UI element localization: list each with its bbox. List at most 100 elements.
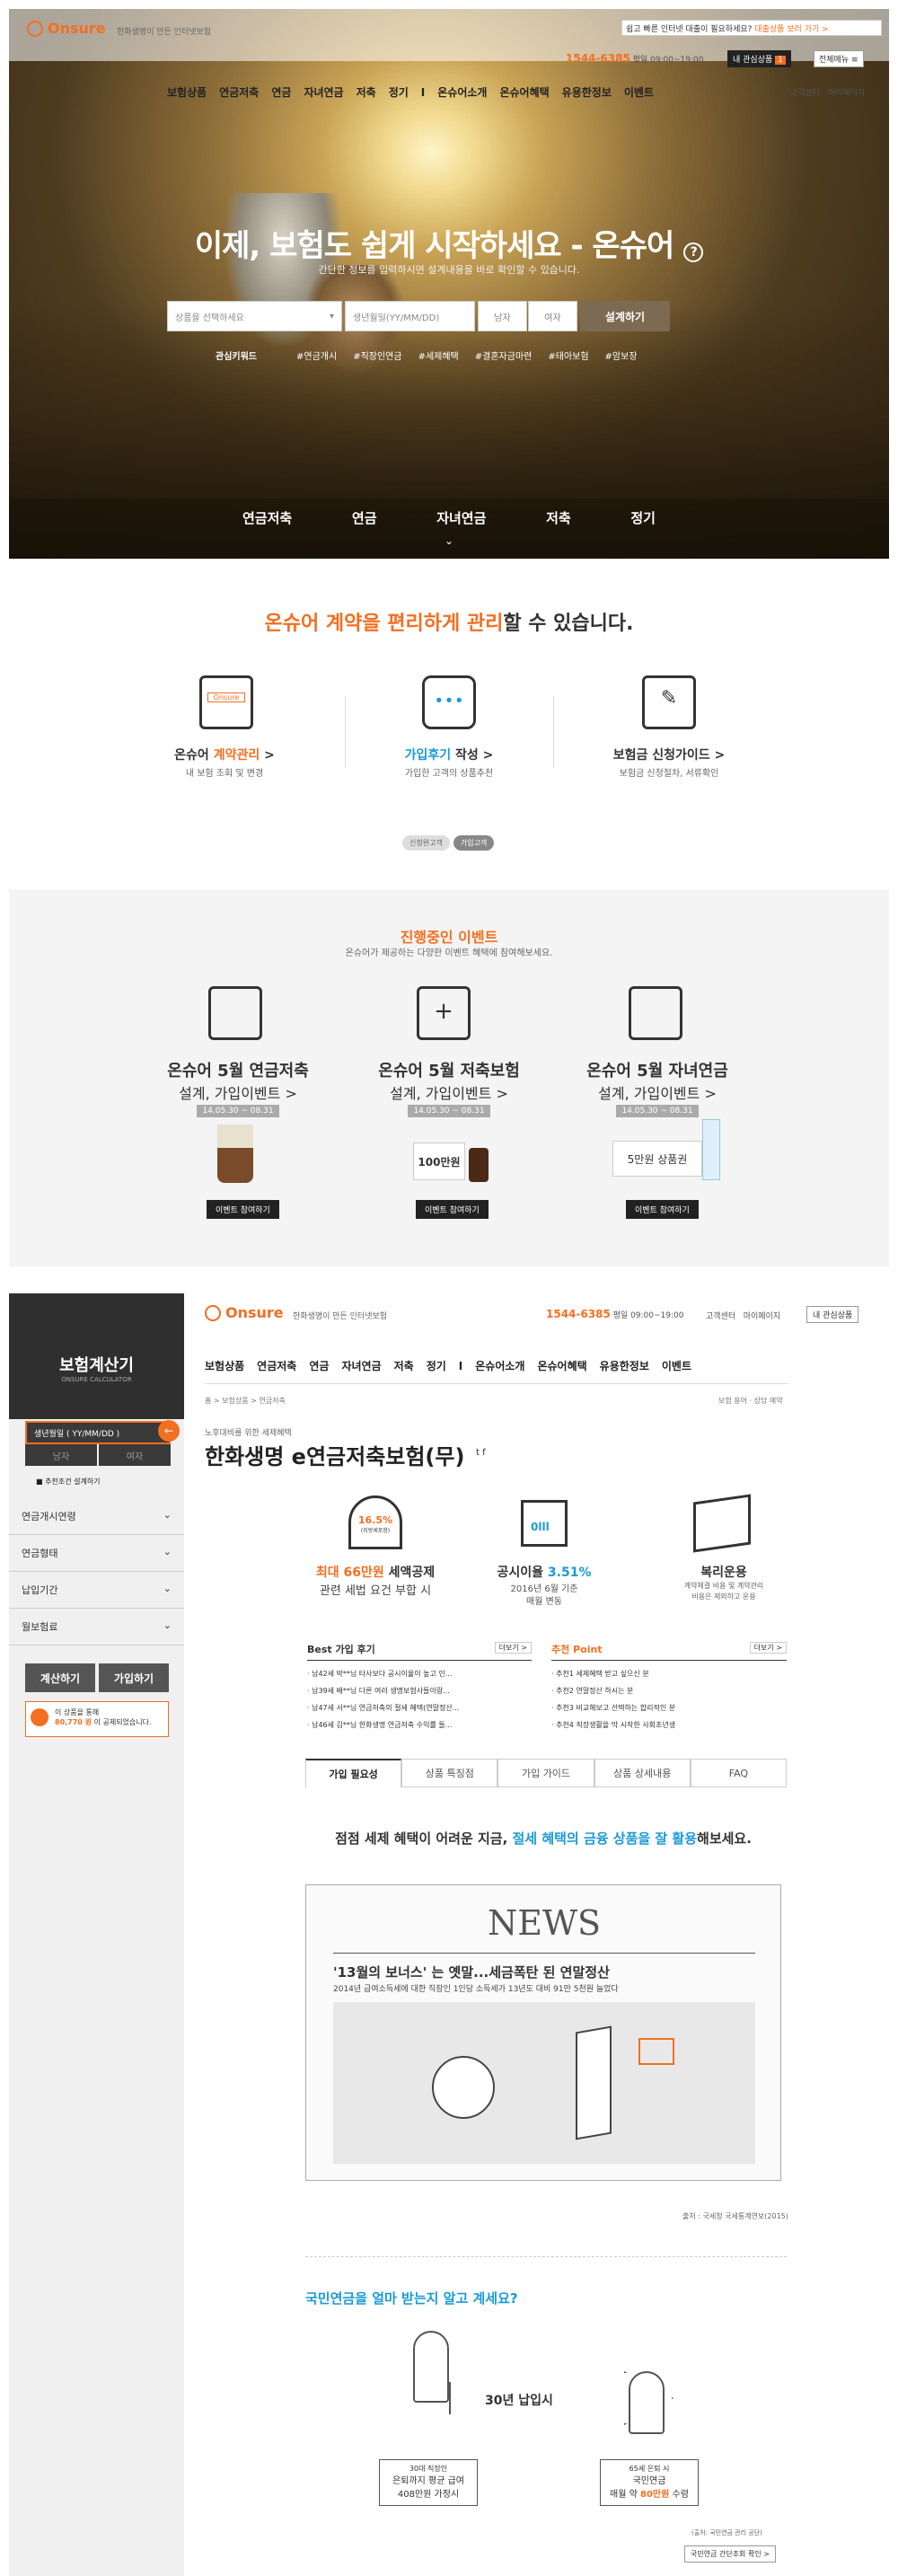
- mypage-link[interactable]: 마이페이지: [828, 89, 865, 98]
- chevron-down-icon: ⌄: [163, 1583, 172, 1594]
- category-tab[interactable]: 저축: [546, 508, 571, 527]
- keyword-tag[interactable]: #결혼자금마련: [475, 352, 533, 362]
- category-tab[interactable]: 연금: [352, 508, 377, 527]
- calc-check[interactable]: ■ 추천조건 설계하기: [36, 1477, 101, 1486]
- calc-birth-input[interactable]: 생년월일 ( YY/MM/DD ): [25, 1421, 171, 1444]
- nav-item[interactable]: 연금저축: [219, 86, 259, 99]
- event-card-1[interactable]: 온슈어 5월 연금저축 설계, 가입이벤트 > 14.05.30 ~ 08.31: [139, 1058, 337, 1117]
- nav-item[interactable]: 온슈어혜택: [537, 1360, 586, 1372]
- calc-menu-item[interactable]: 월보험료 ⌄: [9, 1609, 184, 1645]
- nav-item[interactable]: 저축: [357, 86, 376, 99]
- nav-item[interactable]: 저축: [394, 1360, 414, 1372]
- customer-center-link[interactable]: 고객센터: [790, 89, 820, 98]
- nav-item[interactable]: 보험상품: [167, 86, 207, 99]
- chevron-down-icon[interactable]: ⌄: [440, 534, 458, 547]
- pension-check-button[interactable]: 국민연금 간단조회 확인 >: [684, 2545, 776, 2563]
- product-select[interactable]: 상품을 선택하세요 ▾: [167, 301, 342, 331]
- event-join-button[interactable]: 이벤트 참여하기: [207, 1200, 279, 1219]
- review-write-link[interactable]: 가입후기 작성 >: [359, 745, 539, 763]
- claim-guide-link[interactable]: 보험금 신청가이드 >: [579, 745, 759, 763]
- calc-menu-item[interactable]: 연금형태 ⌄: [9, 1535, 184, 1572]
- page-my-interest[interactable]: 내 관심상품: [806, 1306, 859, 1323]
- calc-menu-item[interactable]: 연금개시연령 ⌄: [9, 1498, 184, 1535]
- calc-female[interactable]: 여자: [99, 1444, 171, 1466]
- review-row[interactable]: · 남42세 박**님 타사보다 공시이율이 높고 인...: [307, 1669, 532, 1679]
- category-tab[interactable]: 연금저축: [242, 508, 292, 527]
- page-logo[interactable]: Onsure: [205, 1304, 284, 1321]
- top-links[interactable]: 보험 용어 · 상담 예약: [718, 1396, 783, 1406]
- calc-menu-label: 월보험료: [22, 1621, 58, 1633]
- rec-more-button[interactable]: 더보기 >: [749, 1642, 787, 1654]
- nav-item[interactable]: 연금: [271, 86, 291, 99]
- logo[interactable]: Onsure: [27, 20, 106, 37]
- event-join-button[interactable]: 이벤트 참여하기: [626, 1200, 699, 1219]
- nav-item[interactable]: 연금: [309, 1360, 329, 1372]
- nav-item[interactable]: 연금저축: [257, 1360, 296, 1372]
- detail-tab[interactable]: 가입 필요성: [305, 1759, 402, 1787]
- my-interest-button[interactable]: 내 관심상품 1: [727, 50, 791, 67]
- event-join-button[interactable]: 이벤트 참여하기: [416, 1200, 489, 1219]
- nav-item[interactable]: 온슈어소개: [475, 1360, 524, 1372]
- birth-input[interactable]: 생년월일(YY/MM/DD): [345, 301, 475, 331]
- nav-item[interactable]: 자녀연금: [304, 86, 343, 99]
- house-icon: 16.5% (지방세포함): [348, 1495, 402, 1549]
- pill-prospect[interactable]: 신청완고객: [402, 835, 450, 851]
- share-icons[interactable]: t f: [476, 1448, 486, 1458]
- keyword-tag[interactable]: #암보장: [605, 352, 638, 362]
- design-button[interactable]: 설계하기: [580, 301, 670, 331]
- keyword-tag[interactable]: #연금개시: [296, 352, 337, 362]
- promo-link[interactable]: 대출상품 보러 가기 >: [754, 25, 828, 34]
- mypage-link[interactable]: 마이페이지: [744, 1312, 780, 1321]
- feat-b: 작성: [451, 748, 479, 763]
- nav-item[interactable]: 보험상품: [205, 1360, 244, 1372]
- customer-center-link[interactable]: 고객센터: [706, 1312, 735, 1321]
- box1-l3: 408만원 가정시: [397, 2490, 460, 2500]
- help-icon[interactable]: ?: [683, 243, 704, 262]
- bomb-icon: [432, 2056, 495, 2119]
- pill-customer[interactable]: 가입고객: [453, 835, 495, 851]
- review-row[interactable]: · 남39세 배**님 다른 여러 생명보험사들이랑...: [307, 1686, 532, 1696]
- join-button[interactable]: 가입하기: [99, 1663, 169, 1692]
- keyword-tag[interactable]: #직장인연금: [353, 352, 401, 362]
- loan-promo[interactable]: 쉽고 빠른 인터넷 대출이 필요하세요? 대출상품 보러 가기 >: [621, 20, 882, 36]
- category-tab-list: 연금저축 연금 자녀연금 저축 정기: [242, 508, 656, 527]
- nav-item[interactable]: 온슈어소개: [437, 86, 487, 99]
- detail-tab[interactable]: 가입 가이드: [497, 1759, 594, 1787]
- nav-item[interactable]: 이벤트: [662, 1360, 691, 1372]
- breadcrumb[interactable]: 홈 > 보험상품 > 연금저축: [205, 1396, 286, 1406]
- category-tab[interactable]: 정기: [630, 508, 656, 527]
- keyword-tag[interactable]: #세제혜택: [418, 352, 459, 362]
- contract-manage-link[interactable]: 온슈어 계약관리 >: [135, 745, 314, 763]
- feat-a: 보험금 신청가이드: [612, 748, 710, 763]
- nav-item[interactable]: 이벤트: [624, 86, 654, 99]
- nav-item[interactable]: 온슈어혜택: [499, 86, 549, 99]
- best-more-button[interactable]: 더보기 >: [494, 1642, 532, 1654]
- gender-male[interactable]: 남자: [478, 301, 527, 331]
- gender-female[interactable]: 여자: [528, 301, 577, 331]
- category-tab[interactable]: 자녀연금: [436, 508, 486, 527]
- nav-item[interactable]: 자녀연금: [341, 1360, 381, 1372]
- keyword-tag[interactable]: #태아보험: [548, 352, 588, 362]
- detail-tab[interactable]: 상품 특징점: [401, 1759, 498, 1787]
- calc-menu-item[interactable]: 납입기간 ⌄: [9, 1572, 184, 1609]
- calc-male[interactable]: 남자: [25, 1444, 97, 1466]
- nav-item[interactable]: 정기: [389, 86, 409, 99]
- f2-b: 3.51%: [547, 1566, 592, 1580]
- calc-menu-label: 연금형태: [22, 1548, 58, 1559]
- rec-row: · 추천3 비교해보고 선택하는 합리적인 분: [551, 1703, 787, 1713]
- drink-image: [469, 1148, 489, 1182]
- event-card-2[interactable]: 온슈어 5월 저축보험 설계, 가입이벤트 > 14.05.30 ~ 08.31: [350, 1058, 548, 1117]
- calculate-button[interactable]: 계산하기: [25, 1663, 95, 1692]
- detail-tab[interactable]: 상품 상세내용: [594, 1759, 691, 1787]
- review-row[interactable]: · 남47세 서**님 연금저축의 절세 혜택(연말정산...: [307, 1703, 532, 1713]
- all-menu-button[interactable]: 전체메뉴 ≡: [814, 50, 864, 67]
- nav-item[interactable]: 정기: [427, 1360, 446, 1372]
- nav-item[interactable]: 유용한정보: [562, 86, 612, 99]
- rec-point-header: 추천 Point 더보기 >: [551, 1642, 787, 1661]
- feat-b: 계약관리: [213, 748, 260, 763]
- nav-item[interactable]: 유용한정보: [600, 1360, 649, 1372]
- event-card-3[interactable]: 온슈어 5월 자녀연금 설계, 가입이벤트 > 14.05.30 ~ 08.31: [559, 1058, 756, 1117]
- feat-sub: 가입한 고객의 상품추천: [404, 769, 494, 779]
- review-row[interactable]: · 남46세 김**님 한화생명 연금저축 수익률 들...: [307, 1720, 532, 1730]
- detail-tab[interactable]: FAQ: [690, 1759, 788, 1787]
